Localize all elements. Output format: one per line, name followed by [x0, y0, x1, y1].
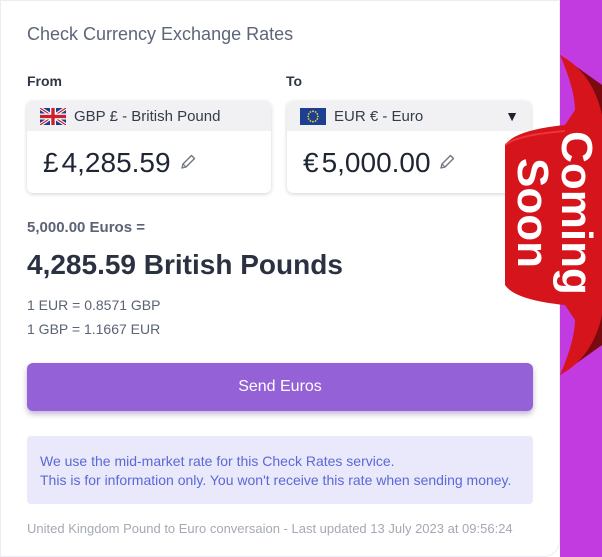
last-updated-footer: United Kingdom Pound to Euro conversaion…: [27, 521, 513, 536]
edit-pencil-icon[interactable]: [179, 153, 197, 171]
to-amount-value: 5,000.00: [321, 147, 431, 178]
edit-pencil-icon[interactable]: [438, 153, 456, 171]
to-currency-select[interactable]: EUR € - Euro ▼: [287, 101, 531, 131]
from-currency-name: GBP £ - British Pound: [74, 108, 221, 125]
coming-soon-label: Coming Soon: [507, 131, 601, 295]
rate-gbp-to-eur: 1 GBP = 1.1667 EUR: [27, 321, 161, 337]
to-currency-card: EUR € - Euro ▼ €5,000.00: [287, 101, 531, 193]
info-notice: We use the mid-market rate for this Chec…: [27, 436, 533, 504]
notice-line-1: We use the mid-market rate for this Chec…: [40, 453, 395, 469]
from-label: From: [27, 73, 62, 89]
send-euros-button[interactable]: Send Euros: [27, 363, 533, 411]
pound-symbol: £: [43, 147, 59, 178]
euro-symbol: €: [303, 147, 319, 178]
notice-line-2: This is for information only. You won't …: [40, 472, 512, 488]
from-amount-value: 4,285.59: [61, 147, 171, 178]
to-amount-field[interactable]: €5,000.00: [303, 147, 431, 179]
source-amount-line: 5,000.00 Euros =: [27, 219, 145, 236]
from-amount-field[interactable]: £4,285.59: [43, 147, 171, 179]
page-title: Check Currency Exchange Rates: [27, 24, 294, 44]
from-currency-card: GBP £ - British Pound £4,285.59: [27, 101, 271, 193]
exchange-rate-card: Check Currency Exchange Rates From To GB…: [0, 0, 560, 557]
uk-flag-icon: [40, 108, 66, 125]
rate-eur-to-gbp: 1 EUR = 0.8571 GBP: [27, 297, 161, 313]
to-currency-name: EUR € - Euro: [334, 108, 424, 125]
eu-flag-icon: [300, 108, 326, 125]
to-label: To: [286, 73, 303, 89]
conversion-result: 4,285.59 British Pounds: [27, 249, 343, 280]
from-currency-select[interactable]: GBP £ - British Pound: [27, 101, 271, 131]
